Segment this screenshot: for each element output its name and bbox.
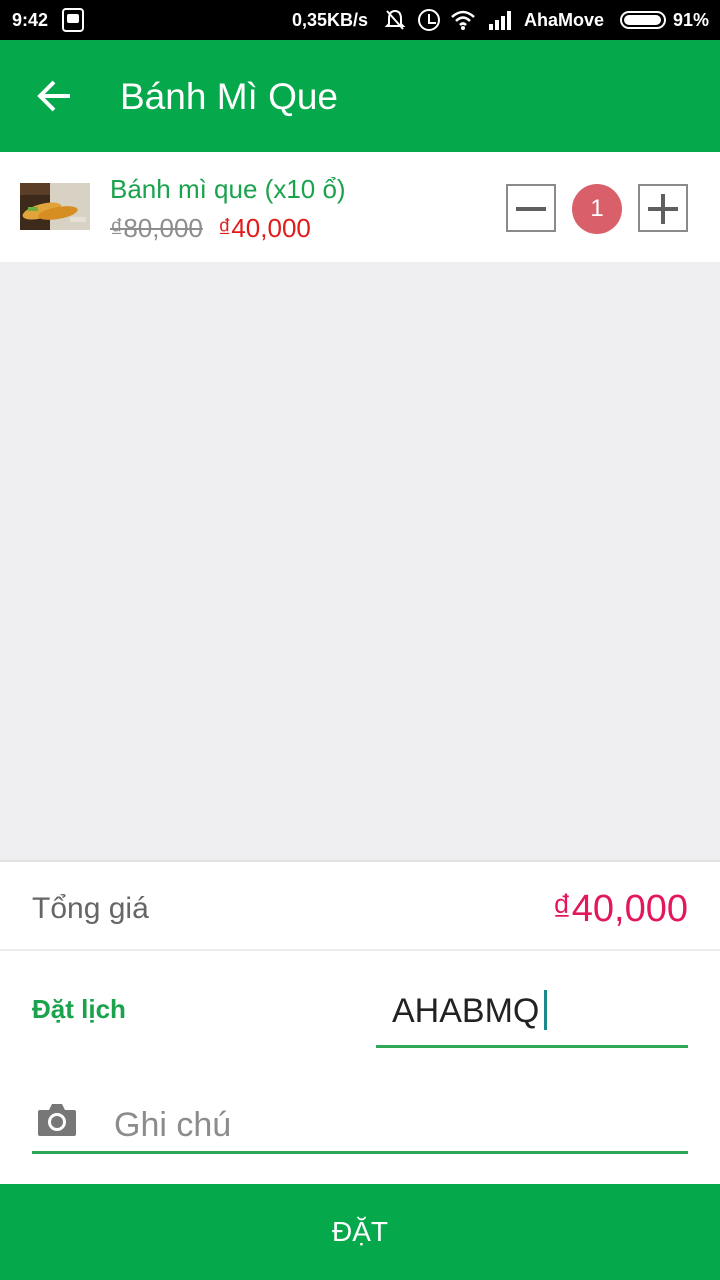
camera-icon[interactable] bbox=[36, 1100, 78, 1138]
network-speed: 0,35KB/s bbox=[292, 10, 369, 30]
order-button[interactable]: ĐẶT bbox=[0, 1184, 720, 1280]
product-thumbnail bbox=[20, 183, 90, 230]
status-time: 9:42 bbox=[12, 10, 49, 30]
bus-app-icon bbox=[62, 8, 84, 32]
status-bar: 9:42 0,35KB/s AhaMove 91% bbox=[0, 0, 720, 40]
promo-code-value: AHABMQ bbox=[392, 992, 540, 1030]
app-header: Bánh Mì Que bbox=[0, 40, 720, 152]
decrease-quantity-button[interactable] bbox=[506, 184, 556, 232]
total-value: ₫40,000 bbox=[552, 888, 688, 930]
item-name: Bánh mì que (x10 ổ) bbox=[110, 174, 346, 204]
note-placeholder: Ghi chú bbox=[114, 1106, 232, 1144]
increase-quantity-button[interactable] bbox=[638, 184, 688, 232]
plus-icon-vertical bbox=[661, 194, 665, 224]
wifi-icon bbox=[451, 10, 475, 30]
signal-icon bbox=[489, 11, 511, 30]
bell-muted-icon bbox=[384, 9, 406, 30]
order-panel: Tổng giá ₫40,000 Đặt lịch AHABMQ Ghi chú bbox=[0, 860, 720, 1184]
note-input[interactable]: Ghi chú bbox=[32, 1082, 688, 1154]
carrier-name: AhaMove bbox=[524, 10, 605, 30]
battery-icon bbox=[620, 11, 666, 29]
schedule-button[interactable]: Đặt lịch bbox=[32, 994, 126, 1025]
back-arrow-icon[interactable] bbox=[34, 76, 74, 116]
item-sale-price: ₫40,000 bbox=[218, 213, 311, 243]
quantity-badge: 1 bbox=[572, 184, 622, 234]
promo-code-input[interactable]: AHABMQ bbox=[376, 982, 688, 1048]
total-label: Tổng giá bbox=[32, 892, 149, 925]
page-title: Bánh Mì Que bbox=[120, 76, 339, 117]
alarm-icon bbox=[418, 9, 440, 31]
item-original-price: ₫80,000 bbox=[110, 213, 203, 243]
divider bbox=[0, 949, 720, 951]
battery-percent: 91% bbox=[673, 10, 710, 30]
cart-item-row: Bánh mì que (x10 ổ) ₫80,000 ₫40,000 1 bbox=[0, 152, 720, 262]
minus-icon bbox=[516, 207, 546, 211]
text-cursor bbox=[544, 990, 547, 1030]
